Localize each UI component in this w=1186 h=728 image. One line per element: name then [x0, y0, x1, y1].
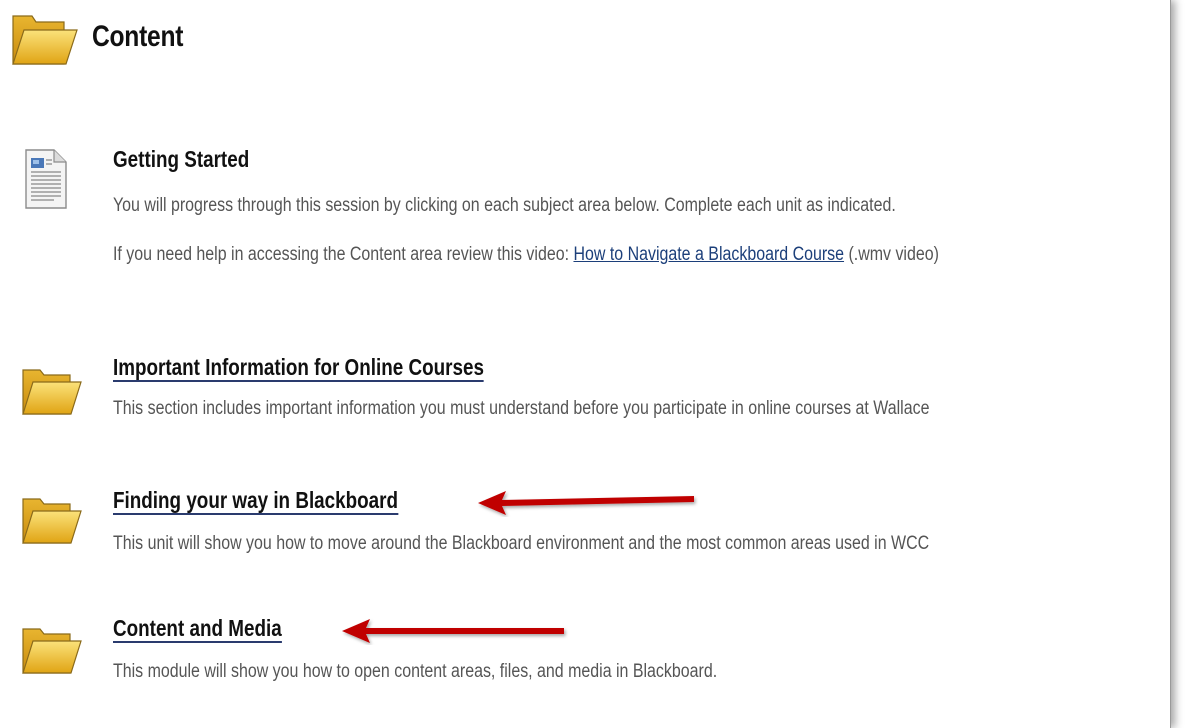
document-icon	[24, 148, 68, 215]
item-description: This module will show you how to open co…	[113, 661, 718, 682]
video-format-text: (.wmv video)	[844, 244, 939, 265]
list-item-important-information: Important Information for Online Courses…	[0, 348, 1170, 438]
item-description: You will progress through this session b…	[113, 195, 896, 216]
list-item-content-and-media: Content and Media This module will show …	[0, 605, 1170, 695]
item-title-getting-started: Getting Started	[113, 146, 250, 172]
red-arrow-annotation	[340, 615, 570, 650]
folder-icon	[10, 6, 80, 73]
content-panel: Content Getting Started You will progres…	[0, 0, 1171, 728]
item-description: This section includes important informat…	[113, 398, 930, 419]
item-description-video: If you need help in accessing the Conten…	[113, 244, 939, 266]
list-item-getting-started: Getting Started You will progress throug…	[0, 140, 1170, 290]
item-link-content-and-media[interactable]: Content and Media	[113, 615, 282, 643]
video-link-navigate-blackboard[interactable]: How to Navigate a Blackboard Course	[573, 244, 844, 265]
item-description: This unit will show you how to move arou…	[113, 533, 930, 554]
video-help-text: If you need help in accessing the Conten…	[113, 244, 574, 265]
page-title: Content	[92, 20, 184, 53]
folder-icon	[20, 619, 84, 682]
list-item-finding-your-way: Finding your way in Blackboard This unit…	[0, 477, 1170, 567]
folder-icon	[20, 360, 84, 423]
folder-icon	[20, 489, 84, 552]
item-link-finding-your-way[interactable]: Finding your way in Blackboard	[113, 487, 399, 515]
red-arrow-annotation	[476, 487, 700, 522]
item-link-important-information[interactable]: Important Information for Online Courses	[113, 354, 484, 382]
